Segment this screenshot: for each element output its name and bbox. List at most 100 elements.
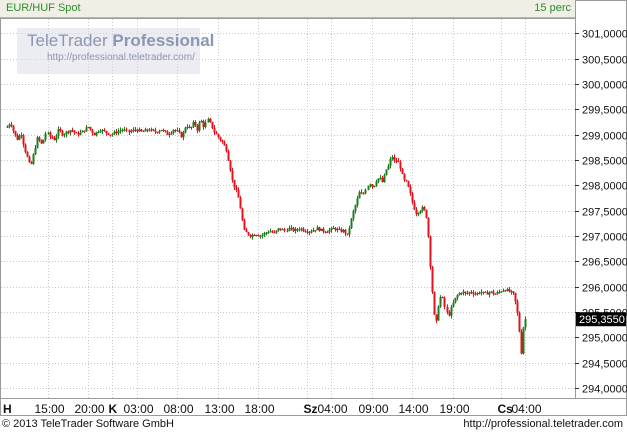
candle-body xyxy=(279,228,282,230)
candle-body xyxy=(446,306,449,313)
candle-body xyxy=(160,129,163,132)
candle-body xyxy=(352,211,355,219)
candle-body xyxy=(176,130,179,132)
candle-body xyxy=(484,291,487,293)
x-tick-label: 08:00 xyxy=(164,402,194,416)
candle-body xyxy=(377,178,380,182)
candle-body xyxy=(326,231,329,233)
candle-body xyxy=(265,232,268,234)
candle-body xyxy=(105,130,108,133)
candle-body xyxy=(389,158,392,166)
candle-body xyxy=(115,131,118,134)
candle-body xyxy=(20,135,23,137)
y-tick-label: 296,0000 xyxy=(582,283,627,295)
y-tick-label: 298,5000 xyxy=(582,156,627,168)
candle-body xyxy=(316,227,319,231)
candle-body xyxy=(350,218,353,228)
candle-body xyxy=(30,162,33,164)
y-tick-label: 297,0000 xyxy=(582,232,627,244)
candle-body xyxy=(182,132,185,138)
candle-body xyxy=(154,130,157,133)
candle-body xyxy=(518,313,521,332)
candle-body xyxy=(263,233,266,235)
candle-body xyxy=(261,234,264,236)
candle-body xyxy=(267,232,270,234)
candle-body xyxy=(166,131,169,136)
candle-body xyxy=(255,235,258,237)
candle-body xyxy=(174,129,177,131)
candle-body xyxy=(14,131,17,136)
candle-body xyxy=(8,124,11,127)
candle-body xyxy=(219,137,222,141)
candle-body xyxy=(458,293,461,296)
candle-body xyxy=(340,229,343,232)
candle-body xyxy=(456,295,459,298)
candle-body xyxy=(79,132,82,135)
candle-body xyxy=(10,124,13,126)
candle-body xyxy=(12,125,15,132)
candle-body xyxy=(397,161,400,163)
x-tick-label: 15:00 xyxy=(35,402,65,416)
candle-body xyxy=(138,129,141,132)
candle-body xyxy=(217,134,220,138)
candle-body xyxy=(233,179,236,188)
candle-body xyxy=(516,301,519,314)
candle-body xyxy=(450,306,453,316)
candle-body xyxy=(504,290,507,292)
candle-body xyxy=(460,293,463,295)
candle-body xyxy=(44,133,47,140)
candle-body xyxy=(314,230,317,232)
candle-body xyxy=(170,132,173,135)
y-tick-label: 301,0000 xyxy=(582,29,627,41)
candle-body xyxy=(101,130,104,132)
candle-body xyxy=(184,127,187,133)
candle-body xyxy=(407,181,410,187)
candle-body xyxy=(312,230,315,232)
candle-body xyxy=(431,266,434,293)
candle-body xyxy=(443,297,446,307)
candle-body xyxy=(192,121,195,127)
candle-body xyxy=(61,130,64,136)
candle-body xyxy=(336,229,339,231)
candle-body xyxy=(419,211,422,213)
candle-body xyxy=(318,227,321,231)
candle-body xyxy=(512,291,515,293)
candle-body xyxy=(524,319,527,328)
candle-body xyxy=(85,127,88,132)
candle-body xyxy=(379,177,382,179)
candle-body xyxy=(322,228,325,232)
candle-body xyxy=(269,231,272,233)
candle-body xyxy=(123,129,126,131)
candle-body xyxy=(371,184,374,187)
watermark-url: http://professional.teletrader.com/ xyxy=(47,52,195,63)
candle-body xyxy=(273,232,276,234)
candle-body xyxy=(288,227,291,232)
candle-body xyxy=(452,302,455,307)
candle-body xyxy=(77,133,80,135)
candle-body xyxy=(403,173,406,180)
candle-body xyxy=(476,292,479,295)
candle-body xyxy=(324,231,327,233)
candle-body xyxy=(241,208,244,221)
candle-body xyxy=(500,291,503,293)
candle-body xyxy=(275,230,278,233)
candle-body xyxy=(190,126,193,128)
candle-body xyxy=(320,228,323,231)
x-tick-label: 09:00 xyxy=(359,402,389,416)
candle-body xyxy=(6,126,9,128)
candle-body xyxy=(28,156,31,163)
x-tick-label: 13:00 xyxy=(205,402,235,416)
candle-body xyxy=(283,229,286,231)
candle-body xyxy=(51,136,54,139)
candle-body xyxy=(49,132,52,137)
candle-body xyxy=(146,129,149,131)
candle-body xyxy=(198,122,201,131)
x-tick-label: 18:00 xyxy=(245,402,275,416)
candle-body xyxy=(290,227,293,229)
watermark-brand: TeleTrader Professional xyxy=(27,31,215,50)
candle-body xyxy=(91,129,94,134)
candle-body xyxy=(413,202,416,210)
candle-body xyxy=(506,289,509,291)
candle-body xyxy=(332,227,335,229)
y-tick-label: 297,5000 xyxy=(582,207,627,219)
